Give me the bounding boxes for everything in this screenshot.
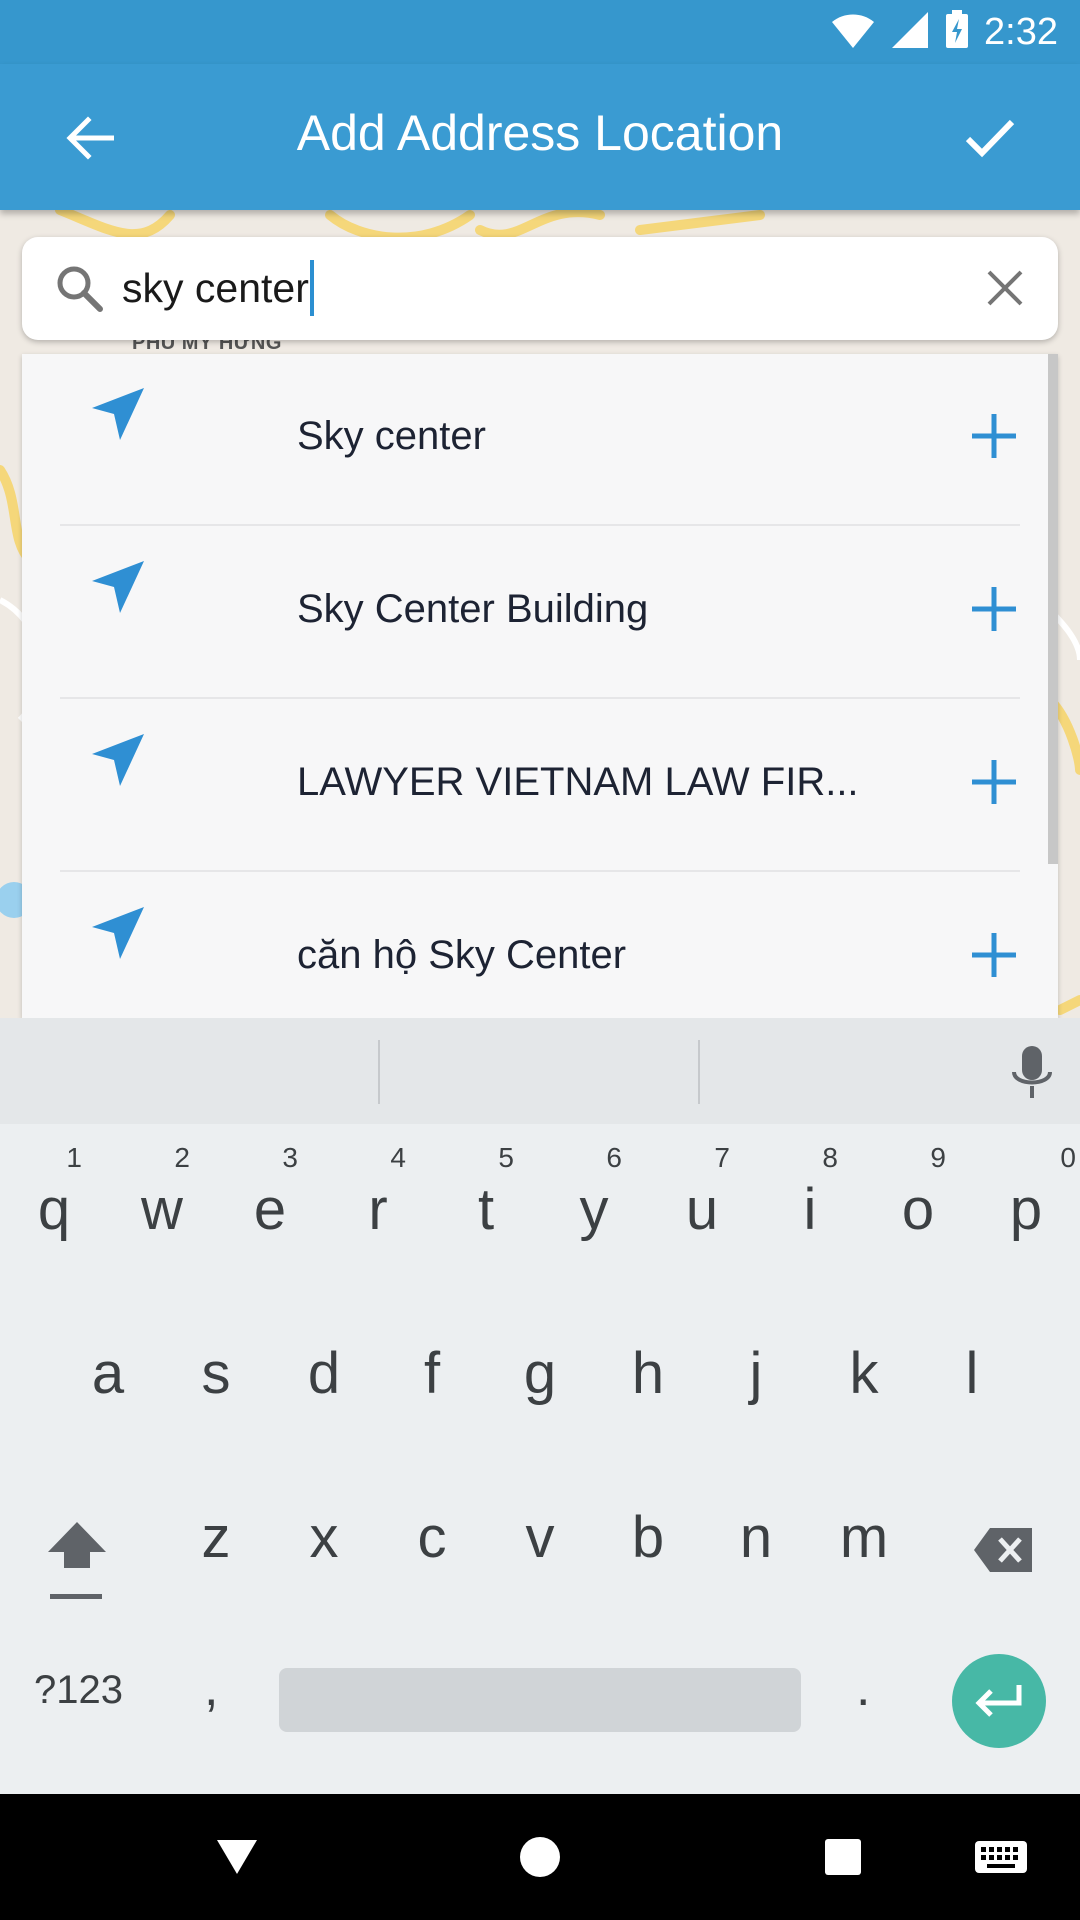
search-input[interactable]: sky center [122,259,314,317]
key-n[interactable]: n [702,1452,810,1602]
location-arrow-icon [92,388,144,440]
nav-back-button[interactable] [204,1824,270,1890]
key-s[interactable]: s [162,1288,270,1438]
period-key[interactable]: . [856,1658,870,1718]
suggestion-label: Sky Center Building [297,587,649,631]
key-z[interactable]: z [162,1452,270,1602]
plus-icon[interactable] [968,756,1020,808]
key-j[interactable]: j [702,1288,810,1438]
nav-recents-button[interactable] [810,1824,876,1890]
search-input-text: sky center [122,265,309,311]
home-circle-icon [520,1837,560,1877]
nav-home-button[interactable] [507,1824,573,1890]
divider [60,697,1020,699]
search-icon [57,266,103,312]
keyboard-suggestion-strip [0,1018,1080,1124]
app-bar: Add Address Location [0,64,1080,210]
key-m[interactable]: m [810,1452,918,1602]
key-q[interactable]: 1q [0,1124,108,1274]
suggestion-item[interactable]: Sky Center Building [22,527,1058,700]
keyboard-icon [975,1841,1027,1873]
enter-icon [975,1685,1022,1717]
backspace-icon [974,1528,1032,1572]
scrollbar[interactable] [1048,354,1058,864]
enter-key[interactable] [952,1654,1046,1748]
battery-charging-icon [944,9,970,55]
nav-keyboard-button[interactable] [968,1824,1034,1890]
key-l[interactable]: l [918,1288,1026,1438]
clear-search-button[interactable] [976,259,1034,317]
location-arrow-icon [92,907,144,959]
key-y[interactable]: 6y [540,1124,648,1274]
key-v[interactable]: v [486,1452,594,1602]
key-h[interactable]: h [594,1288,702,1438]
soft-keyboard: 1q 2w 3e 4r 5t 6y 7u 8i 9o 0p a s d f g … [0,1018,1080,1794]
key-f[interactable]: f [378,1288,486,1438]
divider [60,524,1020,526]
key-b[interactable]: b [594,1452,702,1602]
key-w[interactable]: 2w [108,1124,216,1274]
key-g[interactable]: g [486,1288,594,1438]
suggestion-separator [698,1040,700,1104]
key-x[interactable]: x [270,1452,378,1602]
wifi-icon [830,10,876,55]
plus-icon[interactable] [968,583,1020,635]
space-bar[interactable] [279,1668,801,1732]
search-bar: sky center [22,237,1058,340]
page-title: Add Address Location [296,105,784,161]
key-r[interactable]: 4r [324,1124,432,1274]
key-a[interactable]: a [54,1288,162,1438]
status-bar: 2:32 [0,0,1080,64]
suggestion-separator [378,1040,380,1104]
signal-icon [890,10,930,55]
close-icon [987,270,1023,306]
key-c[interactable]: c [378,1452,486,1602]
key-i[interactable]: 8i [756,1124,864,1274]
key-u[interactable]: 7u [648,1124,756,1274]
suggestion-item[interactable]: LAWYER VIETNAM LAW FIR... [22,700,1058,873]
location-arrow-icon [92,561,144,613]
key-p[interactable]: 0p [972,1124,1080,1274]
comma-key[interactable]: , [204,1658,218,1718]
text-caret [309,260,314,316]
key-o[interactable]: 9o [864,1124,972,1274]
symbols-key[interactable]: ?123 [34,1668,123,1713]
suggestion-item[interactable]: căn hộ Sky Center [22,873,1058,1018]
recents-square-icon [825,1839,861,1875]
shift-key[interactable] [20,1452,128,1602]
suggestion-label: Sky center [297,414,486,458]
key-d[interactable]: d [270,1288,378,1438]
suggestion-label: căn hộ Sky Center [297,933,627,977]
suggestion-label: LAWYER VIETNAM LAW FIR... [297,760,859,804]
backspace-key[interactable] [950,1452,1058,1602]
key-e[interactable]: 3e [216,1124,324,1274]
key-k[interactable]: k [810,1288,918,1438]
plus-icon[interactable] [968,929,1020,981]
plus-icon[interactable] [968,410,1020,462]
confirm-button[interactable] [958,106,1022,170]
key-t[interactable]: 5t [432,1124,540,1274]
shift-icon [48,1522,106,1599]
check-icon [965,119,1015,158]
divider [60,870,1020,872]
suggestion-item[interactable]: Sky center [22,354,1058,527]
navigation-bar [0,1794,1080,1920]
suggestions-list[interactable]: Sky center Sky Center Building LAWYER VI… [22,354,1058,1018]
location-arrow-icon [92,734,144,786]
microphone-icon[interactable] [1006,1044,1058,1100]
status-clock: 2:32 [984,10,1058,53]
back-triangle-icon [217,1840,257,1874]
